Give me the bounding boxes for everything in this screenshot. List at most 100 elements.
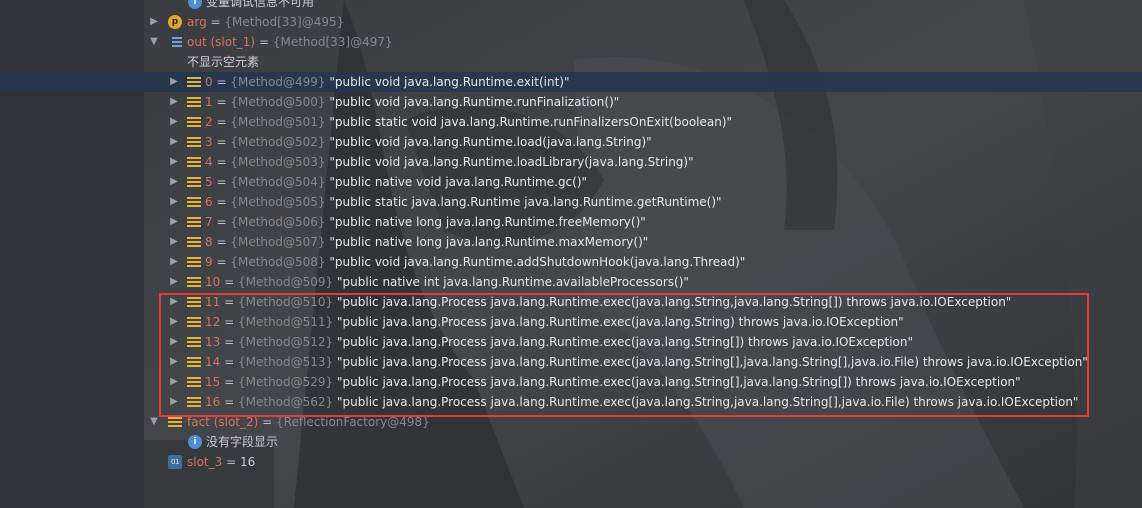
chevron-right-icon[interactable]: ▶ bbox=[168, 192, 180, 212]
equals-sign: = bbox=[216, 95, 227, 109]
method-row[interactable]: ▶ 3 = {Method@502} "public void java.lang… bbox=[0, 132, 1142, 152]
chevron-right-icon[interactable]: ▶ bbox=[168, 172, 180, 192]
method-index: 10 bbox=[205, 275, 221, 289]
equals-sign: = bbox=[216, 135, 227, 149]
method-row[interactable]: ▶ 7 = {Method@506} "public native long ja… bbox=[0, 212, 1142, 232]
method-index: 9 bbox=[205, 255, 213, 269]
equals-sign: = bbox=[216, 255, 227, 269]
method-row[interactable]: ▶ 1 = {Method@500} "public void java.lang… bbox=[0, 92, 1142, 112]
chevron-down-icon[interactable]: ▼ bbox=[148, 32, 160, 52]
primitive-variable-icon: 01 bbox=[168, 455, 182, 469]
method-ref: {Method@504} bbox=[230, 175, 326, 189]
chevron-right-icon[interactable]: ▶ bbox=[168, 272, 180, 292]
array-element-icon bbox=[187, 235, 201, 249]
array-element-icon bbox=[187, 195, 201, 209]
method-signature: "public static void java.lang.Runtime.ru… bbox=[329, 115, 733, 129]
method-ref: {Method@501} bbox=[230, 115, 326, 129]
info-icon: i bbox=[188, 435, 202, 449]
equals-sign: = bbox=[226, 455, 237, 469]
method-ref: {Method@503} bbox=[230, 155, 326, 169]
equals-sign: = bbox=[216, 155, 227, 169]
method-row[interactable]: ▶ 10 = {Method@509} "public native int ja… bbox=[0, 272, 1142, 292]
debug-info-note-row: i 变量调试信息不可用 bbox=[0, 0, 1142, 12]
method-signature: "public static java.lang.Runtime java.la… bbox=[329, 195, 722, 209]
slot3-row[interactable]: 01 slot_3 = 16 bbox=[0, 452, 1142, 472]
method-signature: "public void java.lang.Runtime.addShutdo… bbox=[329, 255, 746, 269]
field-icon bbox=[168, 415, 182, 429]
method-row[interactable]: ▶ 9 = {Method@508} "public void java.lang… bbox=[0, 252, 1142, 272]
out-value: {Method[33]@497} bbox=[272, 35, 393, 49]
array-element-icon bbox=[187, 255, 201, 269]
out-name: out (slot_1) bbox=[187, 35, 256, 49]
chevron-right-icon[interactable]: ▶ bbox=[168, 72, 180, 92]
method-ref: {Method@505} bbox=[230, 195, 326, 209]
chevron-right-icon[interactable]: ▶ bbox=[168, 152, 180, 172]
method-index: 6 bbox=[205, 195, 213, 209]
method-row[interactable]: ▶ 4 = {Method@503} "public void java.lang… bbox=[0, 152, 1142, 172]
debug-info-note: 变量调试信息不可用 bbox=[206, 0, 315, 9]
equals-sign: = bbox=[216, 235, 227, 249]
array-element-icon bbox=[187, 275, 201, 289]
array-element-icon bbox=[187, 215, 201, 229]
chevron-right-icon[interactable]: ▶ bbox=[148, 12, 160, 32]
equals-sign: = bbox=[224, 275, 235, 289]
method-ref: {Method@500} bbox=[230, 95, 326, 109]
method-index: 3 bbox=[205, 135, 213, 149]
equals-sign: = bbox=[210, 15, 221, 29]
method-row[interactable]: ▶ 6 = {Method@505} "public static java.la… bbox=[0, 192, 1142, 212]
array-element-icon bbox=[187, 75, 201, 89]
equals-sign: = bbox=[216, 75, 227, 89]
no-fields-note: 没有字段显示 bbox=[206, 435, 279, 449]
method-ref: {Method@509} bbox=[238, 275, 334, 289]
slot3-name: slot_3 bbox=[187, 455, 223, 469]
parameter-icon: p bbox=[168, 15, 182, 29]
method-index: 8 bbox=[205, 235, 213, 249]
method-signature: "public native int java.lang.Runtime.ava… bbox=[337, 275, 689, 289]
array-variable-icon bbox=[168, 35, 182, 49]
arg-row[interactable]: ▶ p arg = {Method[33]@495} bbox=[0, 12, 1142, 32]
arg-value: {Method[33]@495} bbox=[224, 15, 345, 29]
chevron-right-icon[interactable]: ▶ bbox=[168, 212, 180, 232]
no-fields-note-row: i 没有字段显示 bbox=[0, 432, 1142, 452]
method-index: 4 bbox=[205, 155, 213, 169]
out-row[interactable]: ▼ out (slot_1) = {Method[33]@497} bbox=[0, 32, 1142, 52]
method-index: 5 bbox=[205, 175, 213, 189]
equals-sign: = bbox=[216, 195, 227, 209]
method-index: 7 bbox=[205, 215, 213, 229]
chevron-right-icon[interactable]: ▶ bbox=[168, 232, 180, 252]
equals-sign: = bbox=[216, 215, 227, 229]
method-signature: "public void java.lang.Runtime.exit(int)… bbox=[329, 75, 570, 89]
arg-name: arg bbox=[187, 15, 207, 29]
array-element-icon bbox=[187, 135, 201, 149]
method-index: 0 bbox=[205, 75, 213, 89]
info-icon: i bbox=[188, 0, 202, 9]
equals-sign: = bbox=[216, 175, 227, 189]
empty-elements-note-row: 不显示空元素 bbox=[0, 52, 1142, 72]
equals-sign: = bbox=[258, 35, 269, 49]
empty-elements-note: 不显示空元素 bbox=[187, 55, 260, 69]
chevron-right-icon[interactable]: ▶ bbox=[168, 112, 180, 132]
array-element-icon bbox=[187, 115, 201, 129]
method-ref: {Method@499} bbox=[230, 75, 326, 89]
method-index: 1 bbox=[205, 95, 213, 109]
equals-sign: = bbox=[262, 415, 273, 429]
method-signature: "public native long java.lang.Runtime.fr… bbox=[329, 215, 646, 229]
method-signature: "public void java.lang.Runtime.load(java… bbox=[329, 135, 652, 149]
method-row[interactable]: ▶ 8 = {Method@507} "public native long ja… bbox=[0, 232, 1142, 252]
method-index: 2 bbox=[205, 115, 213, 129]
method-signature: "public void java.lang.Runtime.runFinali… bbox=[329, 95, 620, 109]
method-row[interactable]: ▶ 2 = {Method@501} "public static void ja… bbox=[0, 112, 1142, 132]
method-row[interactable]: ▶ 0 = {Method@499} "public void java.lang… bbox=[0, 72, 1142, 92]
method-ref: {Method@508} bbox=[230, 255, 326, 269]
chevron-right-icon[interactable]: ▶ bbox=[168, 252, 180, 272]
fact-value: {ReflectionFactory@498} bbox=[276, 415, 430, 429]
array-element-icon bbox=[187, 155, 201, 169]
method-row[interactable]: ▶ 5 = {Method@504} "public native void ja… bbox=[0, 172, 1142, 192]
method-ref: {Method@507} bbox=[230, 235, 326, 249]
method-signature: "public native long java.lang.Runtime.ma… bbox=[329, 235, 649, 249]
variables-tree: i 变量调试信息不可用 ▶ p arg = {Method[33]@495} ▼… bbox=[0, 0, 1142, 508]
chevron-right-icon[interactable]: ▶ bbox=[168, 92, 180, 112]
array-element-icon bbox=[187, 175, 201, 189]
chevron-right-icon[interactable]: ▶ bbox=[168, 132, 180, 152]
fact-name: fact (slot_2) bbox=[187, 415, 259, 429]
